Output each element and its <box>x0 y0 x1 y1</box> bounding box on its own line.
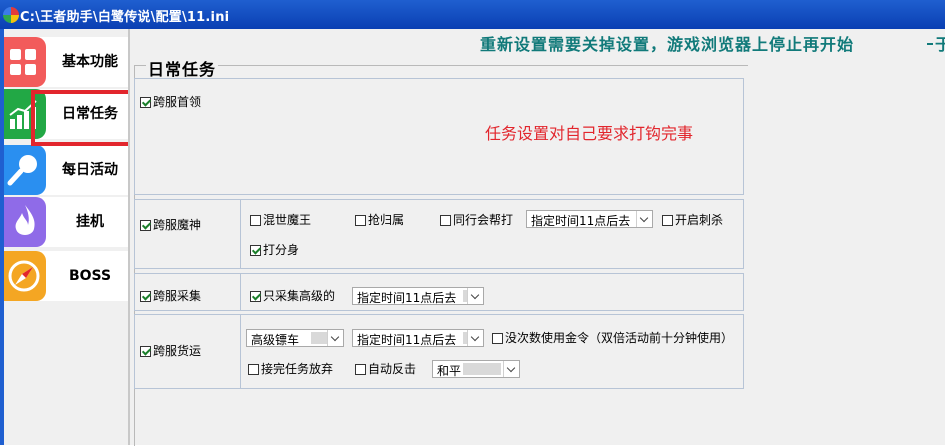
grid-icon <box>4 37 46 87</box>
sidebar-item-activity[interactable]: 每日活动 <box>4 145 128 195</box>
chaos-demon-checkbox[interactable]: 混世魔王 <box>250 213 311 227</box>
task-note: 任务设置对自己要求打钩完事 <box>485 124 694 143</box>
gather-label: 跨服采集 <box>153 289 202 303</box>
high-only-label: 只采集高级的 <box>263 289 336 303</box>
chevron-down-icon[interactable] <box>636 211 652 227</box>
sidebar-item-label: 基本功能 <box>62 54 118 70</box>
gather-time-select[interactable]: 指定时间11点后去 <box>352 287 484 305</box>
sidebar-item-basic[interactable]: 基本功能 <box>4 37 128 87</box>
checkbox-box[interactable] <box>140 220 151 231</box>
checkbox-box[interactable] <box>250 245 261 256</box>
guild-help-label: 同行会帮打 <box>453 213 514 227</box>
demon-label: 跨服魔神 <box>153 218 202 232</box>
checkbox-box[interactable] <box>440 215 451 226</box>
assassinate-checkbox[interactable]: 开启刺杀 <box>662 213 723 227</box>
select-value: 高级镖车 <box>251 333 300 347</box>
cargo-time-select[interactable]: 指定时间11点后去 <box>352 329 484 347</box>
abandon-checkbox[interactable]: 接完任务放弃 <box>248 362 333 376</box>
gather-checkbox[interactable]: 跨服采集 <box>140 289 201 303</box>
assassinate-label: 开启刺杀 <box>675 213 724 227</box>
daily-boss-checkbox[interactable]: 跨服首领 <box>140 95 201 109</box>
select-gray-fill <box>463 363 501 375</box>
compass-icon <box>4 251 46 301</box>
select-value: 指定时间11点后去 <box>357 333 457 347</box>
select-value: 指定时间11点后去 <box>531 214 631 228</box>
section-title: 日常任务 <box>146 56 219 80</box>
select-gray-fill <box>311 332 327 344</box>
chevron-down-icon[interactable] <box>467 330 483 346</box>
sidebar-item-label: 每日活动 <box>62 162 118 178</box>
sidebar-item-idle[interactable]: 挂机 <box>4 197 128 247</box>
chevron-down-icon[interactable] <box>327 330 343 346</box>
sidebar-item-boss[interactable]: BOSS <box>4 251 128 301</box>
daily-boss-label: 跨服首领 <box>153 95 202 109</box>
checkbox-box[interactable] <box>250 291 261 302</box>
gold-token-label: 没次数使用金令（双倍活动前十分钟使用） <box>505 331 734 345</box>
cargo-checkbox[interactable]: 跨服货运 <box>140 344 201 358</box>
vehicle-select[interactable]: 高级镖车 <box>246 329 344 347</box>
sidebar-item-label: 挂机 <box>76 214 104 230</box>
select-value: 和平 <box>437 364 462 378</box>
flame-icon <box>4 197 46 247</box>
checkbox-box[interactable] <box>492 333 503 344</box>
app-icon <box>3 7 19 23</box>
clone-checkbox[interactable]: 打分身 <box>250 243 299 257</box>
checkbox-box[interactable] <box>140 97 151 108</box>
checkbox-box[interactable] <box>662 215 673 226</box>
counter-attack-checkbox[interactable]: 自动反击 <box>355 362 416 376</box>
checkbox-box[interactable] <box>355 215 366 226</box>
window-title: C:\王者助手\白鹭传说\配置\11.ini <box>20 10 230 25</box>
counter-attack-label: 自动反击 <box>368 362 417 376</box>
checkbox-box[interactable] <box>250 215 261 226</box>
title-bar: C:\王者助手\白鹭传说\配置\11.ini <box>0 0 945 29</box>
chevron-down-icon[interactable] <box>503 361 519 377</box>
notice-dash <box>927 43 933 45</box>
grab-ownership-label: 抢归属 <box>368 213 405 227</box>
checkbox-box[interactable] <box>140 346 151 357</box>
grab-ownership-checkbox[interactable]: 抢归属 <box>355 213 404 227</box>
cargo-label: 跨服货运 <box>153 344 202 358</box>
restart-notice: 重新设置需要关掉设置，游戏浏览器上停止再开始 <box>480 35 855 54</box>
mode-select[interactable]: 和平 <box>432 360 520 378</box>
checkbox-box[interactable] <box>248 364 259 375</box>
abandon-label: 接完任务放弃 <box>261 362 334 376</box>
main-content: 重新设置需要关掉设置，游戏浏览器上停止再开始 于 日常任务 跨服首领 任务设置对… <box>130 29 945 446</box>
high-only-checkbox[interactable]: 只采集高级的 <box>250 289 335 303</box>
demon-options-panel <box>240 199 744 269</box>
clone-label: 打分身 <box>263 243 300 257</box>
notice-cut: 于 <box>935 35 945 54</box>
magnifier-icon <box>4 145 46 195</box>
select-value: 指定时间11点后去 <box>357 291 457 305</box>
demon-time-select[interactable]: 指定时间11点后去 <box>526 210 653 228</box>
chaos-demon-label: 混世魔王 <box>263 213 312 227</box>
gold-token-checkbox[interactable]: 没次数使用金令（双倍活动前十分钟使用） <box>492 331 733 345</box>
checkbox-box[interactable] <box>140 291 151 302</box>
guild-help-checkbox[interactable]: 同行会帮打 <box>440 213 513 227</box>
chevron-down-icon[interactable] <box>467 288 483 304</box>
checkbox-box[interactable] <box>355 364 366 375</box>
demon-checkbox[interactable]: 跨服魔神 <box>140 218 201 232</box>
sidebar-item-label: BOSS <box>68 268 112 284</box>
